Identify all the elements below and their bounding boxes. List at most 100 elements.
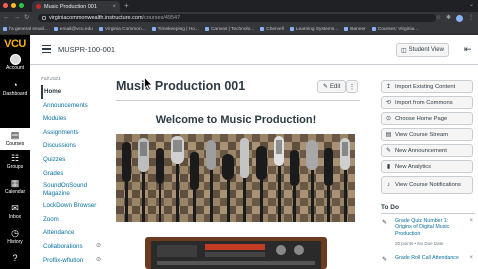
course-header: MUSPR-100-001 ◫ Student View ⇤ (30, 35, 478, 65)
browser-menu-icon[interactable]: ⋮ (468, 13, 474, 23)
hamburger-menu-icon[interactable] (42, 45, 51, 53)
import-icon: ↥ (385, 84, 392, 90)
global-nav-courses[interactable]: ▤ Courses (0, 128, 30, 150)
todo-heading: To Do (381, 204, 399, 211)
global-nav-label: History (7, 239, 23, 245)
close-window-icon[interactable] (3, 3, 8, 8)
new-analytics-button[interactable]: ▮ New Analytics (381, 160, 473, 173)
course-navigation: Fall 2021 Home Announcements Modules Ass… (41, 75, 111, 267)
history-icon: ◷ (11, 228, 19, 238)
profile-avatar[interactable] (456, 15, 463, 22)
global-nav-history[interactable]: ◷ History (0, 228, 30, 250)
global-nav-groups[interactable]: ☷ Groups (0, 153, 30, 175)
microphones-image (116, 134, 355, 222)
course-nav-collaborations[interactable]: Collaborations ⊘ (41, 240, 111, 254)
global-nav-label: Courses (5, 141, 25, 147)
microphones-illustration (116, 134, 355, 222)
choose-home-page-button[interactable]: ⊙ Choose Home Page (381, 112, 473, 125)
import-from-commons-button[interactable]: ⟲ Import from Commons (381, 96, 473, 109)
more-options-button[interactable]: ⋮ (346, 80, 358, 93)
course-nav-quizzes[interactable]: Quizzes (41, 153, 111, 167)
star-icon[interactable]: ☆ (436, 13, 441, 23)
student-view-button[interactable]: ◫ Student View (396, 43, 449, 57)
student-view-icon: ◫ (401, 47, 407, 54)
bookmark-icon (344, 27, 349, 31)
global-nav-label: Calendar (4, 189, 26, 195)
course-nav-discussions[interactable]: Discussions (41, 139, 111, 153)
minimize-window-icon[interactable] (11, 3, 16, 8)
todo-item[interactable]: ✎ Grade Quiz Number 1: Origins of Digita… (381, 218, 475, 248)
edit-label: Edit (330, 83, 341, 90)
todo-item[interactable]: ✎ Grade Roll Call Attendance × (381, 255, 475, 269)
dashboard-icon: ◔ (12, 80, 18, 90)
global-nav-label: Groups (6, 164, 24, 170)
pencil-icon: ✎ (323, 84, 329, 90)
course-nav-announcements[interactable]: Announcements (41, 99, 111, 113)
vcu-logo[interactable]: VCU (2, 38, 28, 50)
course-nav-grades[interactable]: Grades (41, 167, 111, 181)
todo-item-title[interactable]: Grade Quiz Number 1: Origins of Digital … (395, 218, 465, 237)
course-nav-assignments[interactable]: Assignments (41, 126, 111, 140)
new-announcement-button[interactable]: ✎ New Announcement (381, 144, 473, 157)
window-controls[interactable] (3, 3, 24, 8)
browser-tab[interactable]: Music Production 001 × (32, 1, 120, 12)
global-navigation: VCU Account ◔ Dashboard ▤ Courses ☷ Grou… (0, 35, 30, 269)
extensions-icon[interactable]: ✱ (446, 13, 451, 23)
bookmark-icon (53, 27, 58, 31)
bookmark-icon (289, 27, 294, 31)
course-nav-modules[interactable]: Modules (41, 112, 111, 126)
course-nav-home[interactable]: Home (41, 85, 111, 99)
global-nav-dashboard[interactable]: ◔ Dashboard (0, 80, 30, 104)
bookmark-item[interactable]: Chervell (260, 27, 284, 32)
collapse-sidebar-icon[interactable]: ⇤ (464, 43, 472, 55)
bookmark-item[interactable]: Timekeeping | Ho... (151, 27, 199, 32)
lock-icon (42, 16, 46, 20)
global-nav-inbox[interactable]: ✉ Inbox (0, 203, 30, 225)
course-nav-lockdown-browser[interactable]: LockDown Browser (41, 199, 111, 213)
close-tab-icon[interactable]: × (112, 4, 116, 10)
course-nav-attendance[interactable]: Attendance (41, 226, 111, 240)
todo-item-title[interactable]: Grade Roll Call Attendance (395, 255, 465, 261)
bookmark-item[interactable]: email@vcu.edu (53, 27, 93, 32)
bookmark-item[interactable]: Banner (344, 27, 366, 32)
new-tab-icon[interactable]: + (124, 1, 129, 11)
dismiss-icon[interactable]: × (469, 218, 473, 224)
browser-tab-bar: Music Production 001 × + ⌄ (0, 0, 478, 12)
reload-icon[interactable]: ↻ (24, 13, 29, 23)
groups-icon: ☷ (10, 153, 20, 163)
url-field[interactable]: virginiacommonwealth.instructure.com/cou… (38, 14, 436, 22)
bookmark-icon (204, 27, 209, 31)
bookmark-item[interactable]: Virginia Common... (98, 27, 146, 32)
bookmark-item[interactable]: Canvas | Technolo... (204, 27, 254, 32)
course-nav-soundonsound[interactable]: SoundOnSound Magazine (41, 180, 111, 199)
page-title: Music Production 001 (116, 79, 246, 93)
back-icon[interactable]: ← (3, 13, 10, 23)
bookmark-item[interactable]: Courses: Virginia... (371, 27, 418, 32)
hidden-eye-icon: ⊘ (95, 242, 101, 249)
bookmarks-bar: l'a general email... email@vcu.edu Virgi… (0, 24, 478, 35)
global-nav-account[interactable]: Account (0, 53, 30, 77)
account-avatar-icon (9, 54, 21, 65)
view-course-notifications-button[interactable]: ♪ View Course Notifications (381, 176, 473, 194)
maximize-window-icon[interactable] (19, 3, 24, 8)
course-nav-zoom[interactable]: Zoom (41, 213, 111, 227)
home-page-icon: ⊙ (385, 116, 392, 122)
breadcrumb[interactable]: MUSPR-100-001 (58, 45, 115, 55)
help-icon: ? (12, 253, 18, 263)
view-course-stream-button[interactable]: ▤ View Course Stream (381, 128, 473, 141)
bookmark-item[interactable]: l'a general email... (3, 27, 48, 32)
forward-icon[interactable]: → (14, 13, 21, 23)
global-nav-calendar[interactable]: ▦ Calendar (0, 178, 30, 200)
import-existing-content-button[interactable]: ↥ Import Existing Content (381, 80, 473, 93)
course-sidebar: ↥ Import Existing Content ⟲ Import from … (381, 80, 473, 197)
inbox-icon: ✉ (11, 203, 19, 213)
edit-button[interactable]: ✎ Edit (317, 80, 347, 93)
commons-icon: ⟲ (385, 100, 392, 106)
tab-search-icon[interactable]: ⌄ (469, 1, 474, 8)
global-nav-help[interactable]: ? (0, 253, 30, 269)
bookmark-item[interactable]: Learning Systems... (289, 27, 338, 32)
bookmark-icon (3, 27, 7, 31)
dismiss-icon[interactable]: × (469, 255, 473, 261)
student-view-label: Student View (408, 47, 444, 53)
course-nav-proflix[interactable]: Proflix-wflution ⊘ (41, 254, 111, 268)
